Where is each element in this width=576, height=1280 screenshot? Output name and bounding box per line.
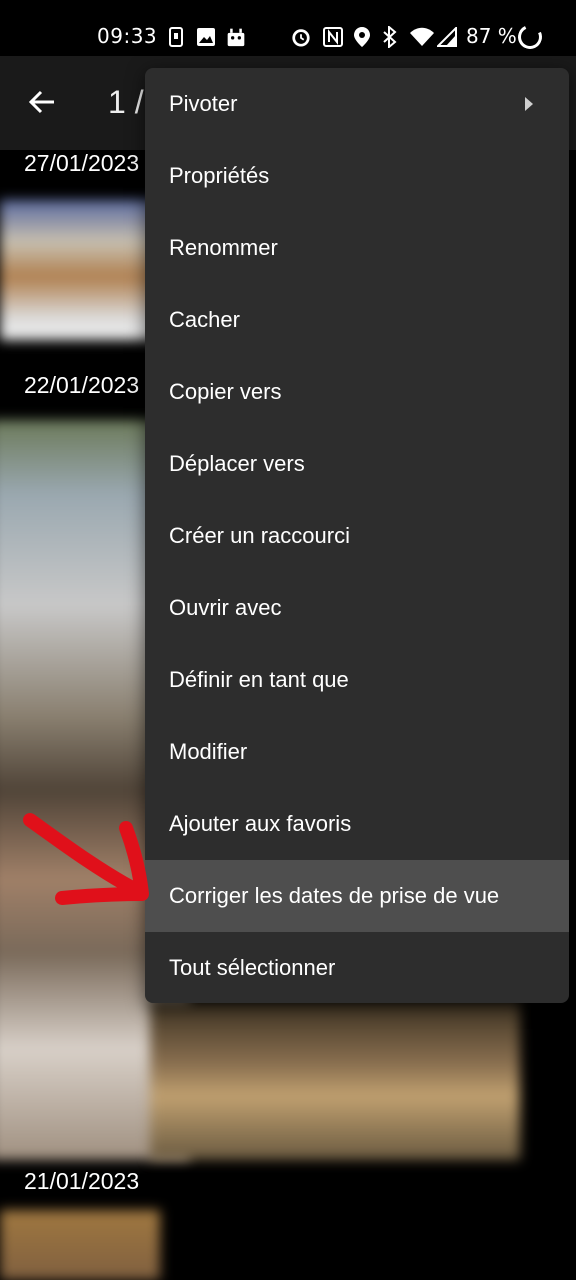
photo-thumbnail[interactable] (150, 1000, 520, 1160)
nfc-icon (323, 26, 343, 48)
menu-item-label: Créer un raccourci (169, 523, 350, 548)
menu-item-select-all[interactable]: Tout sélectionner (145, 932, 569, 1003)
wifi-icon (409, 26, 435, 48)
date-header: 22/01/2023 (24, 372, 140, 398)
selection-counter: 1 / (108, 84, 144, 120)
bluetooth-icon (380, 26, 400, 48)
date-header: 27/01/2023 (24, 150, 140, 176)
menu-item-rotate[interactable]: Pivoter (145, 68, 569, 140)
menu-item-label: Ouvrir avec (169, 595, 282, 620)
photo-thumbnail[interactable] (0, 200, 165, 340)
location-icon (352, 26, 372, 48)
battery-percent: 87 % (466, 24, 517, 48)
menu-item-edit[interactable]: Modifier (145, 716, 569, 788)
menu-item-label: Renommer (169, 235, 278, 260)
signal-icon (437, 26, 457, 48)
annotation-arrow-icon (23, 813, 149, 905)
menu-item-label: Modifier (169, 739, 248, 764)
menu-item-hide[interactable]: Cacher (145, 284, 569, 356)
sim-icon (166, 26, 186, 48)
menu-item-label: Tout sélectionner (169, 955, 336, 980)
menu-item-set-as[interactable]: Définir en tant que (145, 644, 569, 716)
alarm-icon (291, 26, 311, 48)
android-icon (226, 26, 246, 48)
menu-item-label: Cacher (169, 307, 240, 332)
menu-item-create-shortcut[interactable]: Créer un raccourci (145, 500, 569, 572)
status-time: 09:33 (97, 24, 158, 48)
menu-item-label: Ajouter aux favoris (169, 811, 352, 836)
menu-item-open-with[interactable]: Ouvrir avec (145, 572, 569, 644)
menu-item-label: Déplacer vers (169, 451, 305, 476)
menu-item-rename[interactable]: Renommer (145, 212, 569, 284)
menu-item-label: Définir en tant que (169, 667, 349, 692)
menu-item-label: Pivoter (169, 91, 238, 116)
image-icon (196, 26, 216, 48)
menu-item-copy-to[interactable]: Copier vers (145, 356, 569, 428)
menu-item-properties[interactable]: Propriétés (145, 140, 569, 212)
overflow-menu: Pivoter Propriétés Renommer Cacher Copie… (145, 68, 569, 1003)
menu-item-label: Corriger les dates de prise de vue (169, 883, 500, 908)
menu-item-move-to[interactable]: Déplacer vers (145, 428, 569, 500)
battery-icon (514, 21, 546, 53)
back-arrow-icon[interactable] (26, 86, 58, 118)
menu-item-label: Copier vers (169, 379, 282, 404)
status-bar: 09:33 87 % (0, 0, 576, 56)
photo-thumbnail[interactable] (0, 1210, 160, 1280)
menu-item-add-favorites[interactable]: Ajouter aux favoris (145, 788, 569, 860)
menu-item-label: Propriétés (169, 163, 270, 188)
date-header: 21/01/2023 (24, 1168, 140, 1194)
submenu-arrow-icon (525, 97, 533, 111)
menu-item-fix-dates[interactable]: Corriger les dates de prise de vue (145, 860, 569, 932)
